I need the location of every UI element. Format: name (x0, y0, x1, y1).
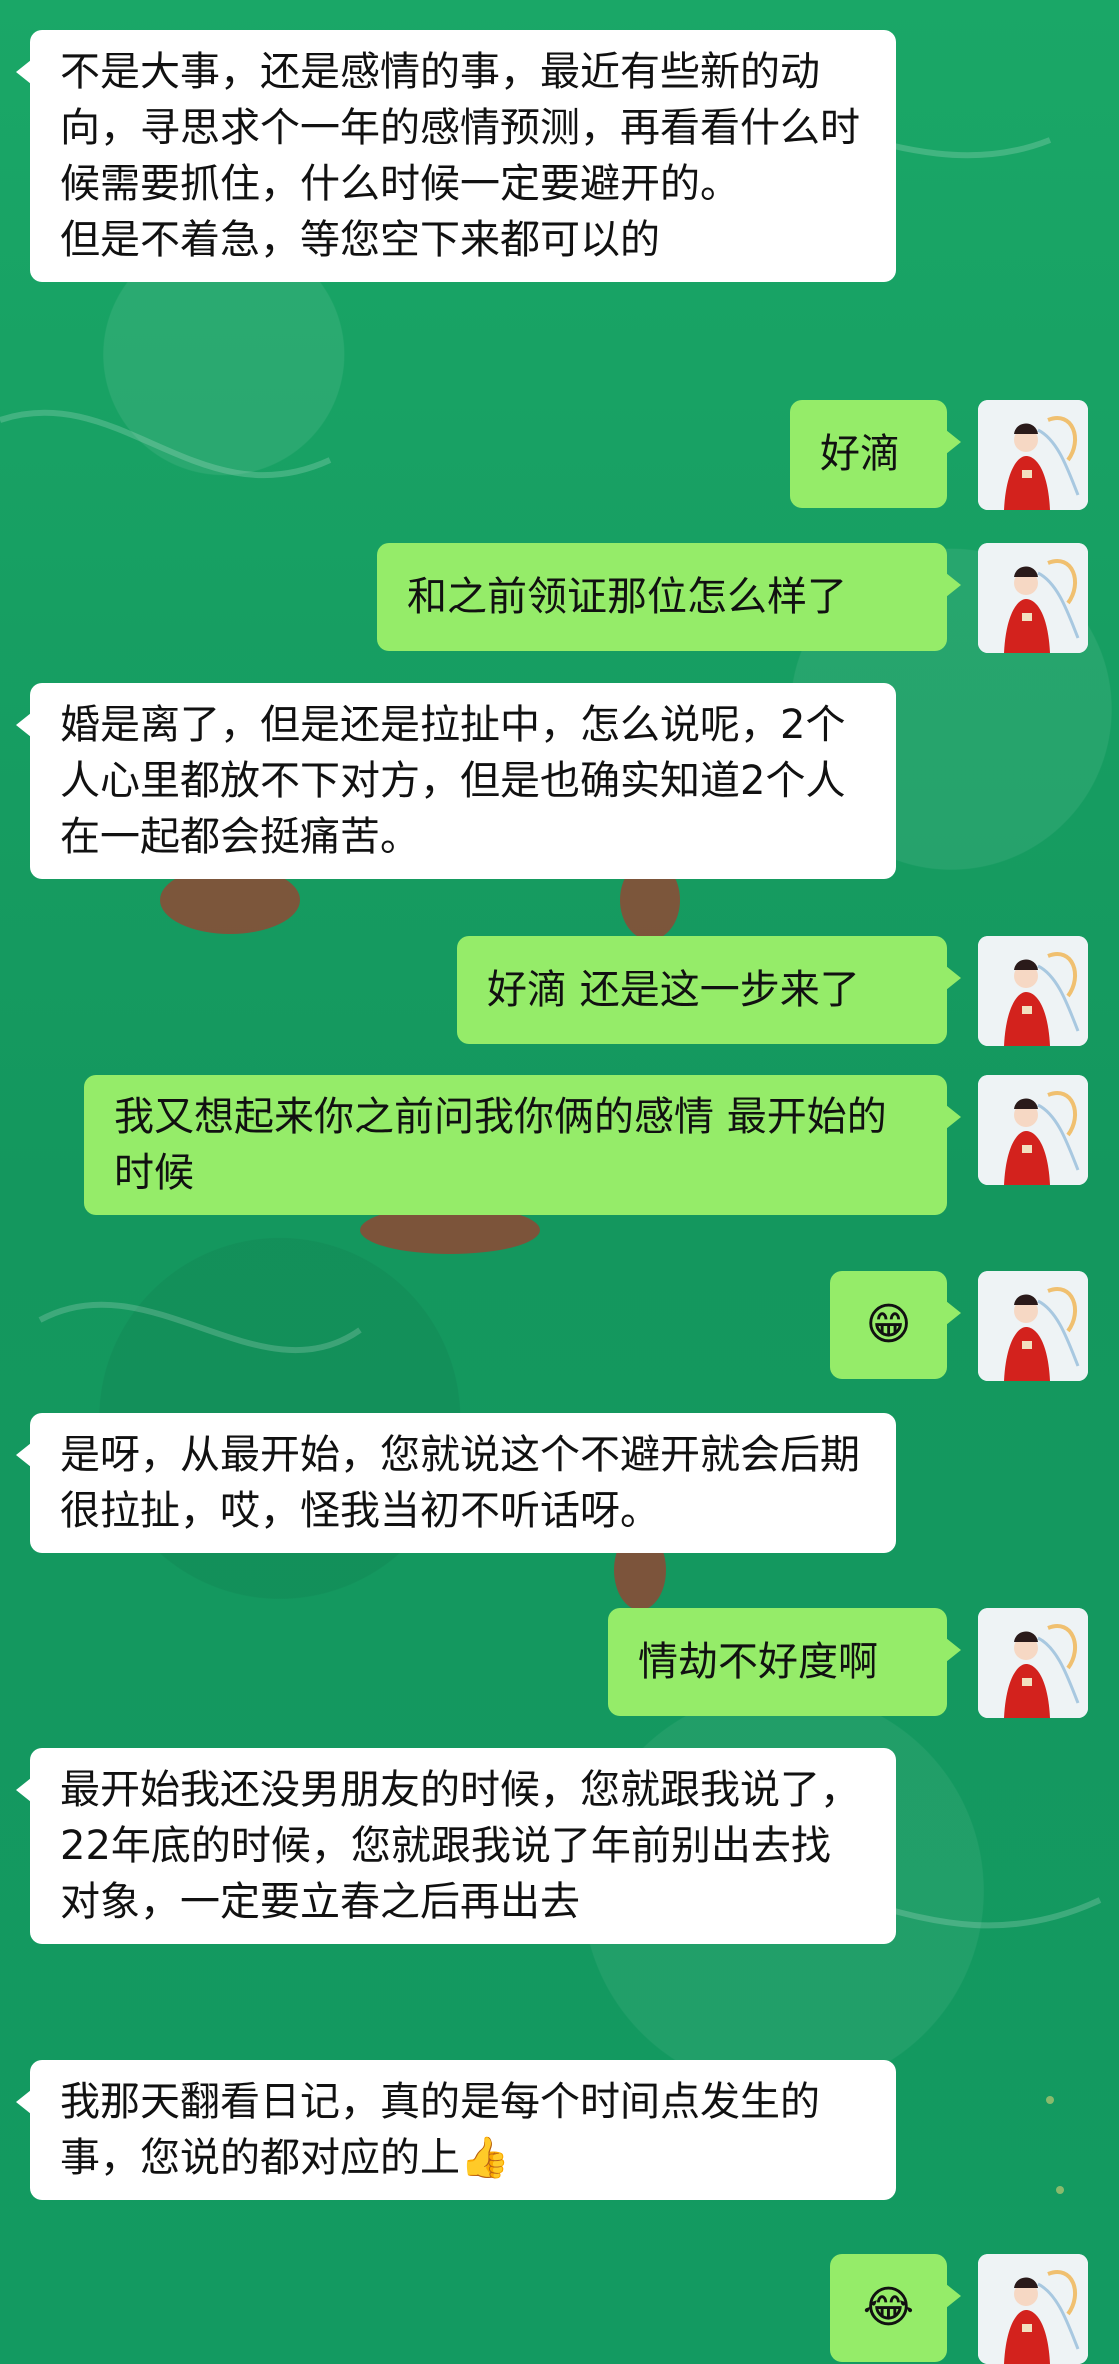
incoming-message-bubble[interactable]: 是呀，从最开始，您就说这个不避开就会后期很拉扯，哎，怪我当初不听话呀。 (16, 1413, 896, 1553)
outgoing-message-bubble[interactable]: 好滴 (790, 400, 961, 508)
outgoing-message-bubble[interactable]: 和之前领证那位怎么样了 (377, 543, 961, 651)
avatar-illustration (978, 936, 1088, 1046)
user-avatar[interactable] (978, 2254, 1088, 2364)
outgoing-emoji-bubble[interactable]: 😂 (830, 2254, 961, 2362)
avatar-illustration (978, 2254, 1088, 2364)
user-avatar[interactable] (978, 1271, 1088, 1381)
outgoing-message-bubble[interactable]: 我又想起来你之前问我你俩的感情 最开始的时候 (84, 1075, 961, 1215)
avatar-illustration (978, 1075, 1088, 1185)
incoming-message-bubble[interactable]: 不是大事，还是感情的事，最近有些新的动向，寻思求个一年的感情预测，再看看什么时候… (16, 30, 896, 282)
outgoing-emoji-bubble[interactable]: 😁 (830, 1271, 961, 1379)
outgoing-message-bubble[interactable]: 好滴 还是这一步来了 (457, 936, 961, 1044)
user-avatar[interactable] (978, 936, 1088, 1046)
incoming-message-bubble[interactable]: 婚是离了，但是还是拉扯中，怎么说呢，2个人心里都放不下对方，但是也确实知道2个人… (16, 683, 896, 879)
avatar-illustration (978, 1271, 1088, 1381)
user-avatar[interactable] (978, 400, 1088, 510)
avatar-illustration (978, 400, 1088, 510)
avatar-illustration (978, 543, 1088, 653)
incoming-message-bubble[interactable]: 最开始我还没男朋友的时候，您就跟我说了，22年底的时候，您就跟我说了年前别出去找… (16, 1748, 896, 1944)
avatar-illustration (978, 1608, 1088, 1718)
outgoing-message-bubble[interactable]: 情劫不好度啊 (608, 1608, 961, 1716)
user-avatar[interactable] (978, 1075, 1088, 1185)
user-avatar[interactable] (978, 1608, 1088, 1718)
user-avatar[interactable] (978, 543, 1088, 653)
incoming-message-bubble[interactable]: 我那天翻看日记，真的是每个时间点发生的事，您说的都对应的上👍 (16, 2060, 896, 2200)
